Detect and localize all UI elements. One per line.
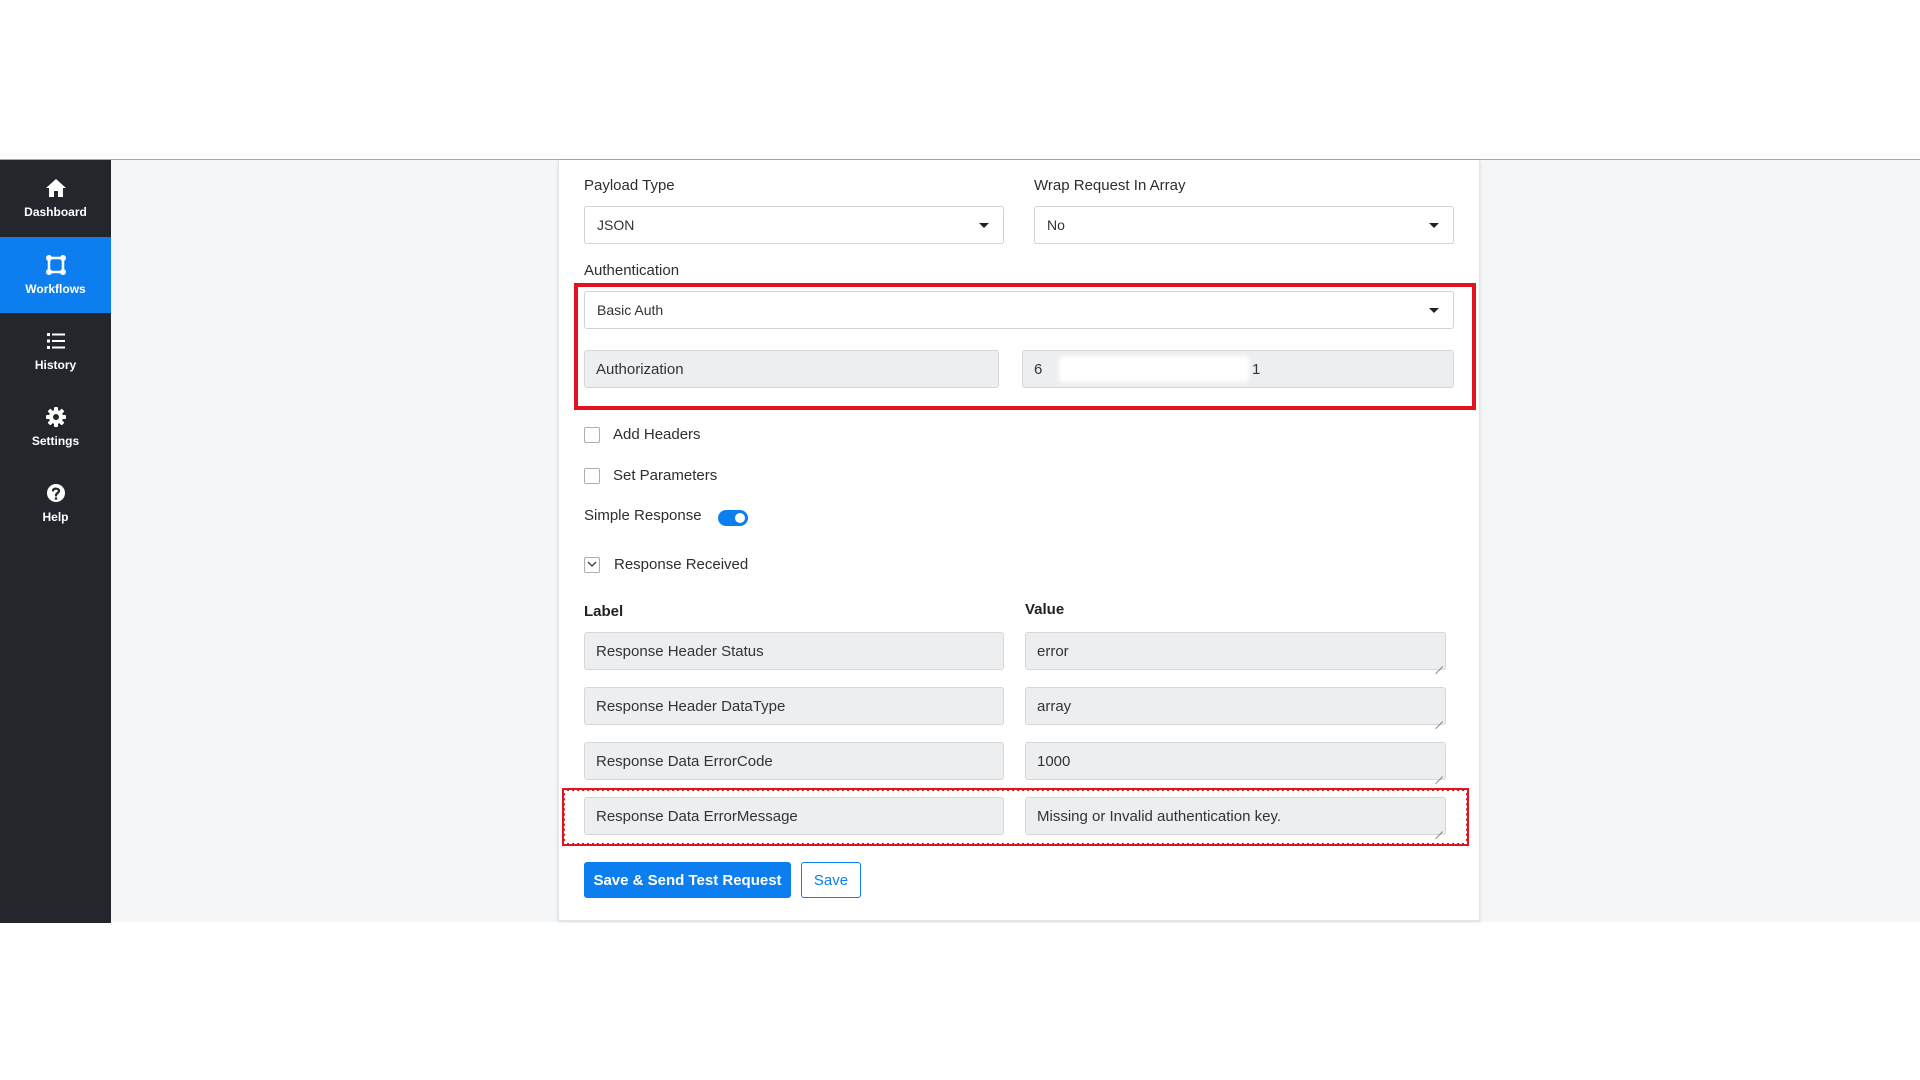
payload-type-label: Payload Type [584, 177, 675, 194]
sidebar-item-label: History [34, 358, 77, 372]
chevron-down-icon [979, 223, 989, 228]
response-label: Response Header Status [596, 642, 764, 660]
response-value: array [1037, 697, 1072, 715]
response-value-field[interactable]: 1000 [1025, 742, 1446, 780]
set-parameters-label: Set Parameters [613, 467, 718, 484]
sidebar-item-label: Dashboard [24, 205, 87, 219]
toggle-knob [735, 513, 745, 523]
response-value: 1000 [1037, 752, 1071, 770]
payload-type-select[interactable]: JSON [584, 206, 1004, 244]
sidebar-item-workflows[interactable]: Workflows [0, 237, 111, 313]
add-headers-checkbox[interactable] [584, 426, 600, 443]
set-parameters-row: Set Parameters [584, 467, 717, 484]
add-headers-row: Add Headers [584, 426, 701, 443]
save-send-test-request-button[interactable]: Save & Send Test Request [584, 862, 791, 898]
resize-handle-icon[interactable] [1435, 659, 1443, 667]
response-received-toggle[interactable] [584, 556, 600, 573]
response-value-field[interactable]: array [1025, 687, 1446, 725]
webhook-config-card: Payload Type JSON Wrap Request In Array … [558, 160, 1480, 921]
response-value: error [1037, 642, 1069, 660]
response-label-field: Response Data ErrorCode [584, 742, 1004, 780]
wrap-request-select[interactable]: No [1034, 206, 1454, 244]
label-column-header: Label [584, 603, 624, 620]
sidebar-item-history[interactable]: History [0, 313, 111, 389]
simple-response-label: Simple Response [584, 507, 702, 524]
sidebar-item-label: Workflows [25, 282, 86, 296]
response-label-field: Response Header DataType [584, 687, 1004, 725]
payload-type-value: JSON [597, 217, 635, 233]
save-button[interactable]: Save [801, 862, 861, 898]
sidebar-item-label: Help [42, 510, 69, 524]
home-icon [45, 177, 67, 199]
simple-response-toggle[interactable] [718, 510, 748, 526]
resize-handle-icon[interactable] [1435, 769, 1443, 777]
response-received-label: Response Received [614, 556, 749, 573]
response-received-row: Response Received [584, 556, 748, 573]
sidebar: Dashboard Workflows History Settings Hel… [0, 160, 111, 923]
app-shell: Dashboard Workflows History Settings Hel… [0, 159, 1920, 923]
list-icon [45, 330, 67, 352]
workflow-icon [45, 254, 67, 276]
chevron-down-icon [587, 561, 597, 567]
response-label: Response Data ErrorCode [596, 752, 773, 770]
error-message-highlight-box [562, 788, 1469, 846]
help-icon [45, 482, 67, 504]
authentication-highlight-box [574, 283, 1476, 410]
gear-icon [45, 406, 67, 428]
response-label: Response Header DataType [596, 697, 786, 715]
value-column-header: Value [1025, 601, 1065, 618]
sidebar-item-help[interactable]: Help [0, 465, 111, 541]
authentication-label: Authentication [584, 262, 680, 279]
response-value-field[interactable]: error [1025, 632, 1446, 670]
wrap-request-value: No [1047, 217, 1065, 233]
response-label-field: Response Header Status [584, 632, 1004, 670]
sidebar-item-settings[interactable]: Settings [0, 389, 111, 465]
resize-handle-icon[interactable] [1435, 714, 1443, 722]
chevron-down-icon [1429, 223, 1439, 228]
wrap-request-label: Wrap Request In Array [1034, 177, 1186, 194]
sidebar-item-dashboard[interactable]: Dashboard [0, 160, 111, 236]
set-parameters-checkbox[interactable] [584, 467, 600, 484]
add-headers-label: Add Headers [613, 426, 701, 443]
sidebar-item-label: Settings [31, 434, 80, 448]
